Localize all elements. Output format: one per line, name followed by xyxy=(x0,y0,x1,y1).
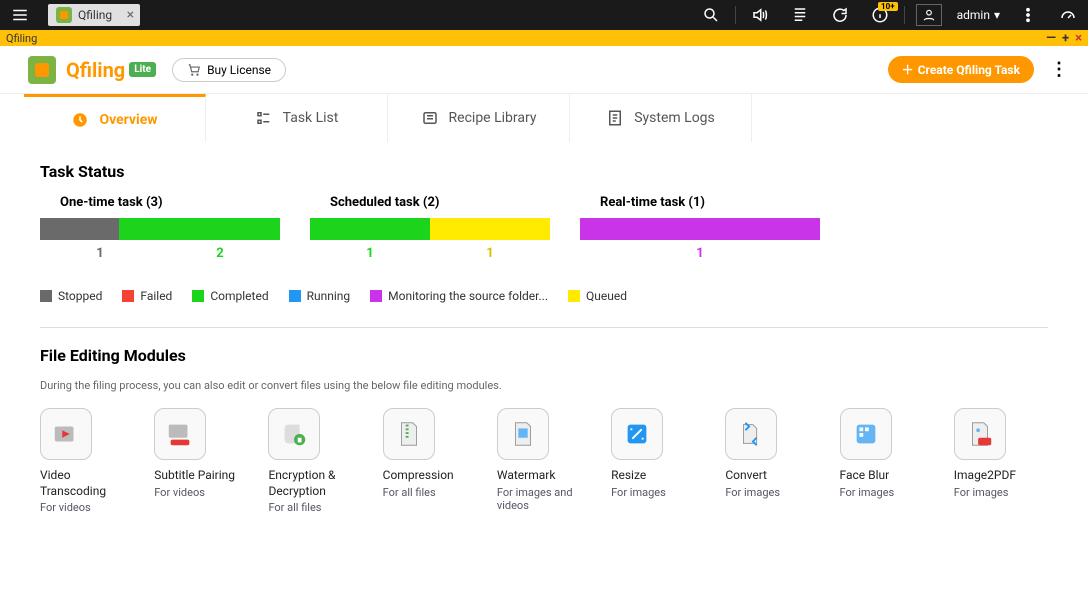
tab-recipe[interactable]: Recipe Library xyxy=(388,94,570,142)
lock-icon xyxy=(268,408,320,460)
legend-stopped: Stopped xyxy=(40,289,102,303)
legend: Stopped Failed Completed Running Monitor… xyxy=(40,289,1048,303)
module-encryption[interactable]: Encryption & Decryption For all files xyxy=(268,408,362,514)
buy-license-button[interactable]: Buy License xyxy=(172,58,286,82)
module-compression[interactable]: Compression For all files xyxy=(383,408,477,514)
tab-title: Qfiling xyxy=(78,8,112,22)
module-convert[interactable]: Convert For images xyxy=(725,408,819,514)
tab-bar: Overview Task List Recipe Library System… xyxy=(0,94,1088,142)
menu-button[interactable] xyxy=(0,0,40,30)
legend-running: Running xyxy=(289,289,351,303)
close-button[interactable]: × xyxy=(1075,31,1082,46)
search-icon[interactable] xyxy=(691,0,731,30)
module-face-blur[interactable]: Face Blur For images xyxy=(840,408,934,514)
onetime-task-chart: One-time task (3) 12 xyxy=(40,195,280,261)
more-icon[interactable] xyxy=(1008,0,1048,30)
lite-badge: Lite xyxy=(129,62,156,77)
app-logo-icon xyxy=(28,56,56,84)
blur-icon xyxy=(840,408,892,460)
create-task-button[interactable]: ＋ Create Qfiling Task xyxy=(888,56,1034,83)
user-menu[interactable]: admin ▾ xyxy=(957,8,1000,22)
pdf-icon xyxy=(954,408,1006,460)
app-title: Qfiling xyxy=(66,58,125,82)
subbar-title: Qfiling xyxy=(6,32,37,45)
legend-completed: Completed xyxy=(192,289,268,303)
watermark-icon xyxy=(497,408,549,460)
refresh-icon[interactable] xyxy=(820,0,860,30)
modules-row: Video Transcoding For videos Subtitle Pa… xyxy=(40,408,1048,514)
module-subtitle-pairing[interactable]: Subtitle Pairing For videos xyxy=(154,408,248,514)
tab-overview[interactable]: Overview xyxy=(24,94,206,142)
tab-tasklist[interactable]: Task List xyxy=(206,94,388,142)
task-status-charts: One-time task (3) 12 Scheduled task (2) … xyxy=(40,195,1048,261)
system-topbar: Qfiling × 10+ admin ▾ xyxy=(0,0,1088,30)
convert-icon xyxy=(725,408,777,460)
info-icon[interactable]: 10+ xyxy=(860,0,900,30)
module-watermark[interactable]: Watermark For images and videos xyxy=(497,408,591,514)
separator xyxy=(40,327,1048,328)
window-tab[interactable]: Qfiling × xyxy=(48,4,140,26)
header-more-icon[interactable]: ⋮ xyxy=(1050,59,1068,80)
window-subbar: Qfiling — + × xyxy=(0,30,1088,46)
task-status-title: Task Status xyxy=(40,162,1048,181)
module-video-transcoding[interactable]: Video Transcoding For videos xyxy=(40,408,134,514)
notification-badge: 10+ xyxy=(878,2,898,11)
modules-title: File Editing Modules xyxy=(40,346,1048,365)
app-header: Qfiling Lite Buy License ＋ Create Qfilin… xyxy=(0,46,1088,94)
topbar-right: 10+ admin ▾ xyxy=(691,0,1088,30)
module-resize[interactable]: Resize For images xyxy=(611,408,705,514)
video-icon xyxy=(40,408,92,460)
legend-queued: Queued xyxy=(568,289,627,303)
divider xyxy=(904,6,905,24)
subtitle-icon xyxy=(154,408,206,460)
realtime-task-chart: Real-time task (1) 1 xyxy=(580,195,820,261)
volume-icon[interactable] xyxy=(740,0,780,30)
legend-failed: Failed xyxy=(122,289,172,303)
user-icon[interactable] xyxy=(909,0,949,30)
tab-logs[interactable]: System Logs xyxy=(570,94,752,142)
app-icon xyxy=(56,7,72,23)
content: Task Status One-time task (3) 12 Schedul… xyxy=(0,142,1088,534)
legend-monitoring: Monitoring the source folder... xyxy=(370,289,548,303)
zip-icon xyxy=(383,408,435,460)
scheduled-task-chart: Scheduled task (2) 11 xyxy=(310,195,550,261)
resize-icon xyxy=(611,408,663,460)
close-tab-icon[interactable]: × xyxy=(127,7,134,23)
divider xyxy=(735,6,736,24)
module-image2pdf[interactable]: Image2PDF For images xyxy=(954,408,1048,514)
modules-desc: During the filing process, you can also … xyxy=(40,379,1048,392)
maximize-button[interactable]: + xyxy=(1062,31,1069,46)
tasks-icon[interactable] xyxy=(780,0,820,30)
dashboard-icon[interactable] xyxy=(1048,0,1088,30)
minimize-button[interactable]: — xyxy=(1046,31,1056,46)
